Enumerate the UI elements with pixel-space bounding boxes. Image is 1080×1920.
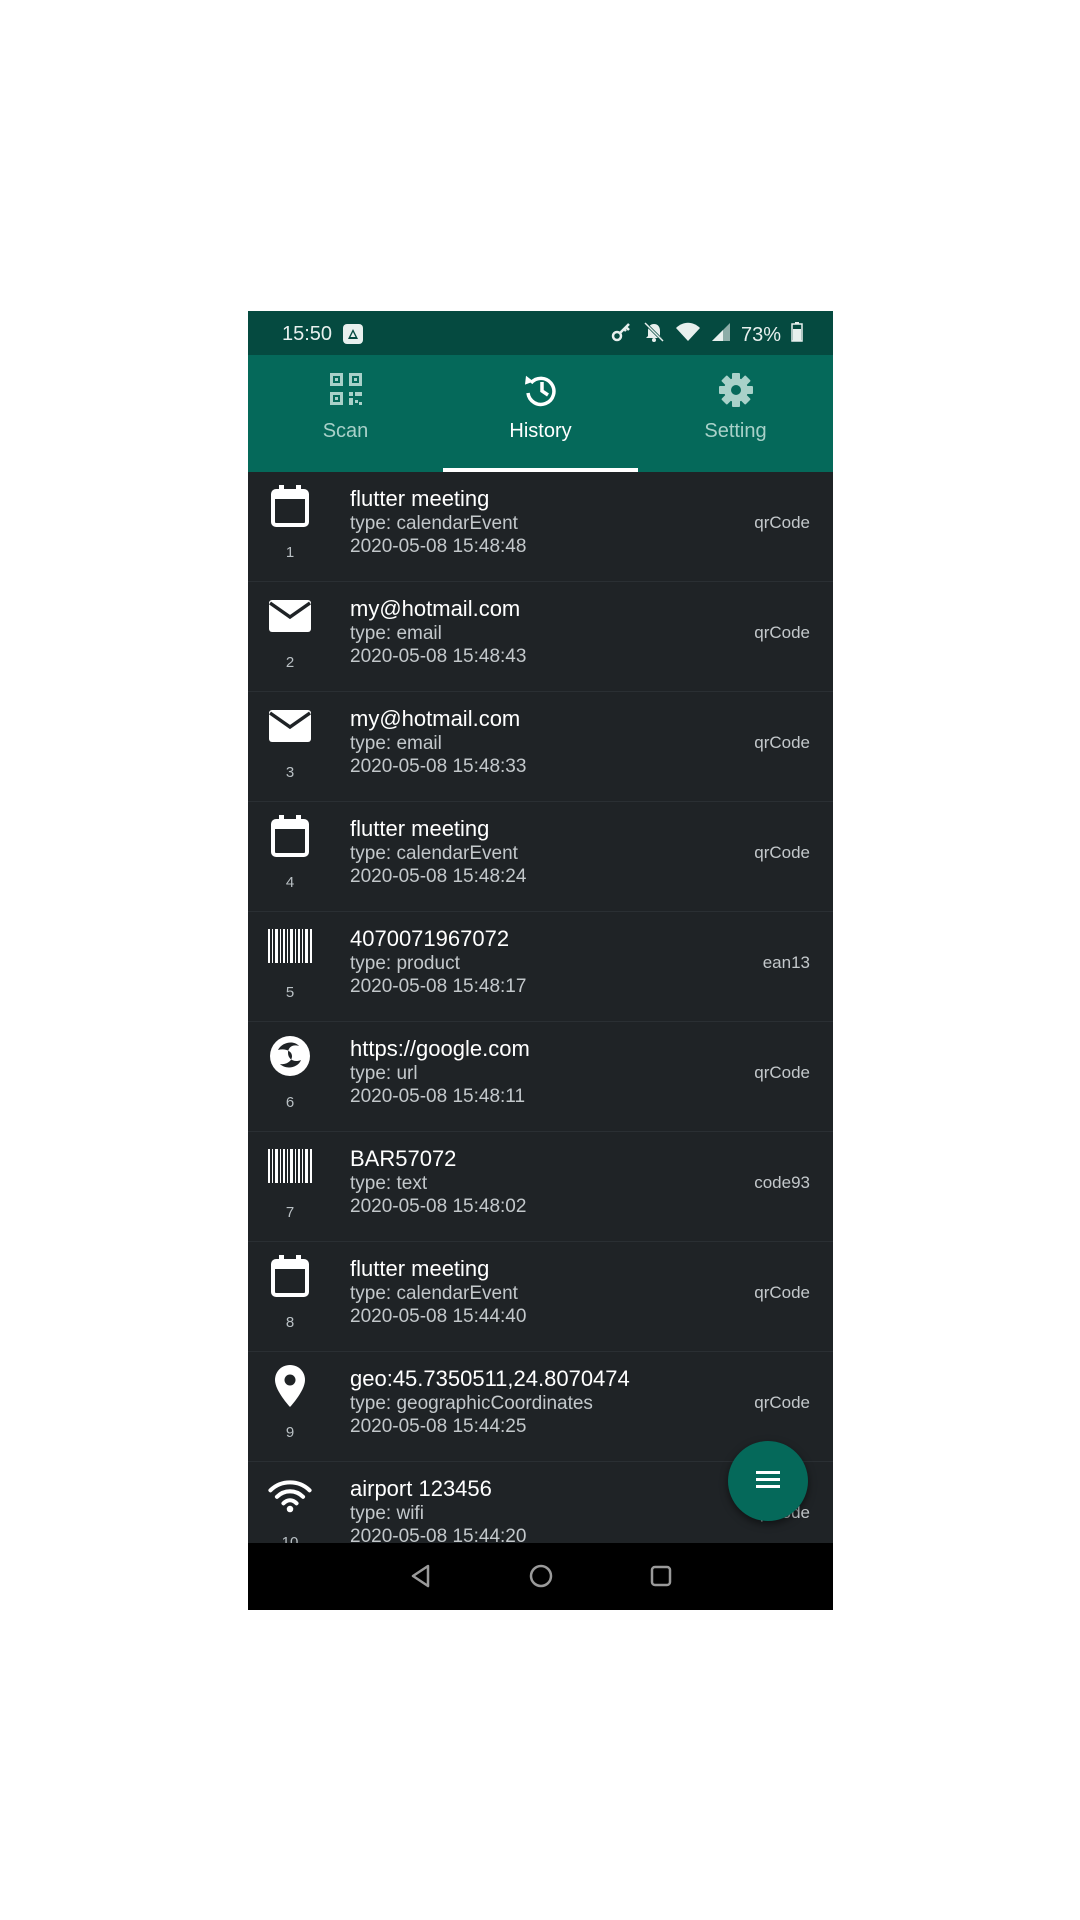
item-type: type: email — [350, 623, 442, 644]
email-icon — [268, 594, 312, 638]
history-item[interactable]: 5 4070071967072 type: product 2020-05-08… — [248, 912, 833, 1022]
history-item[interactable]: 2 my@hotmail.com type: email 2020-05-08 … — [248, 582, 833, 692]
item-type: type: geographicCoordinates — [350, 1393, 593, 1414]
vpn-key-icon — [611, 321, 633, 349]
item-type: type: text — [350, 1173, 428, 1194]
item-number: 4 — [285, 874, 295, 891]
calendar-icon — [268, 814, 312, 858]
email-icon — [268, 704, 312, 748]
item-type: type: url — [350, 1063, 418, 1084]
item-title: 4070071967072 — [350, 926, 510, 951]
history-item[interactable]: 9 geo:45.7350511,24.8070474 type: geogra… — [248, 1352, 833, 1462]
history-item[interactable]: 7 BAR57072 type: text 2020-05-08 15:48:0… — [248, 1132, 833, 1242]
status-bar: 15:50 73% — [248, 311, 833, 355]
item-date: 2020-05-08 15:44:40 — [350, 1306, 527, 1327]
item-type: type: wifi — [350, 1503, 424, 1524]
item-title: https://google.com — [350, 1036, 530, 1061]
item-number: 6 — [285, 1094, 295, 1111]
item-number: 7 — [285, 1204, 295, 1221]
item-date: 2020-05-08 15:48:17 — [350, 976, 527, 997]
status-time: 15:50 — [282, 323, 333, 345]
browser-icon — [268, 1034, 312, 1078]
item-type: type: calendarEvent — [350, 843, 518, 864]
tab-bar: Scan History Setting — [248, 355, 833, 472]
gear-icon — [638, 371, 833, 411]
recents-icon[interactable] — [648, 1563, 674, 1589]
qr-code-icon — [248, 371, 443, 411]
item-number: 8 — [285, 1314, 295, 1331]
item-date: 2020-05-08 15:48:02 — [350, 1196, 527, 1217]
item-format: qrCode — [754, 843, 810, 862]
history-list: 1 flutter meeting type: calendarEvent 20… — [248, 472, 833, 1572]
item-format: ean13 — [762, 953, 810, 972]
wifi-icon — [268, 1474, 312, 1518]
item-title: airport 123456 — [350, 1476, 492, 1501]
item-type: type: email — [350, 733, 442, 754]
home-icon[interactable] — [528, 1563, 554, 1589]
app-notification-icon — [342, 323, 364, 351]
item-title: BAR57072 — [350, 1146, 457, 1171]
item-type: type: product — [350, 953, 460, 974]
item-number: 3 — [285, 764, 295, 781]
item-format: qrCode — [754, 1063, 810, 1082]
location-pin-icon — [268, 1364, 312, 1408]
tab-label-scan: Scan — [322, 420, 369, 442]
tab-setting[interactable]: Setting — [638, 355, 833, 472]
bell-muted-icon — [643, 321, 665, 349]
item-format: qrCode — [754, 623, 810, 642]
history-item[interactable]: 1 flutter meeting type: calendarEvent 20… — [248, 472, 833, 582]
wifi-status-icon — [675, 321, 701, 349]
item-format: qrCode — [754, 1393, 810, 1412]
item-type: type: calendarEvent — [350, 1283, 518, 1304]
menu-icon — [754, 1468, 782, 1495]
calendar-icon — [268, 1254, 312, 1298]
item-date: 2020-05-08 15:48:48 — [350, 536, 527, 557]
menu-fab-button[interactable] — [728, 1441, 808, 1521]
history-item[interactable]: 4 flutter meeting type: calendarEvent 20… — [248, 802, 833, 912]
history-item[interactable]: 6 https://google.com type: url 2020-05-0… — [248, 1022, 833, 1132]
item-number: 9 — [285, 1424, 295, 1441]
item-date: 2020-05-08 15:44:25 — [350, 1416, 527, 1437]
item-format: code93 — [754, 1173, 810, 1192]
item-title: flutter meeting — [350, 1256, 490, 1281]
item-title: flutter meeting — [350, 486, 490, 511]
history-icon — [443, 371, 638, 411]
item-title: my@hotmail.com — [350, 596, 521, 621]
history-item[interactable]: 3 my@hotmail.com type: email 2020-05-08 … — [248, 692, 833, 802]
barcode-icon — [268, 924, 312, 968]
item-type: type: calendarEvent — [350, 513, 518, 534]
item-date: 2020-05-08 15:48:33 — [350, 756, 527, 777]
item-format: qrCode — [754, 513, 810, 532]
item-date: 2020-05-08 15:48:11 — [350, 1086, 526, 1107]
battery-icon — [791, 322, 803, 348]
item-title: geo:45.7350511,24.8070474 — [350, 1366, 630, 1391]
item-number: 5 — [285, 984, 295, 1001]
item-number: 2 — [285, 654, 295, 671]
tab-scan[interactable]: Scan — [248, 355, 443, 472]
cell-signal-icon — [711, 322, 731, 348]
item-number: 1 — [285, 544, 295, 561]
item-format: qrCode — [754, 1283, 810, 1302]
item-title: my@hotmail.com — [350, 706, 521, 731]
tab-label-setting: Setting — [704, 420, 767, 442]
item-title: flutter meeting — [350, 816, 490, 841]
system-nav-bar — [248, 1543, 833, 1610]
tab-history[interactable]: History — [443, 355, 638, 472]
item-date: 2020-05-08 15:48:43 — [350, 646, 527, 667]
phone-screen: 15:50 73% Scan History Setting 1 flutter… — [248, 311, 833, 1610]
back-icon[interactable] — [408, 1563, 434, 1589]
history-item[interactable]: 8 flutter meeting type: calendarEvent 20… — [248, 1242, 833, 1352]
item-date: 2020-05-08 15:48:24 — [350, 866, 527, 887]
tab-label-history: History — [509, 420, 572, 442]
barcode-icon — [268, 1144, 312, 1188]
item-format: qrCode — [754, 733, 810, 752]
calendar-icon — [268, 484, 312, 528]
battery-percent: 73% — [740, 323, 781, 346]
